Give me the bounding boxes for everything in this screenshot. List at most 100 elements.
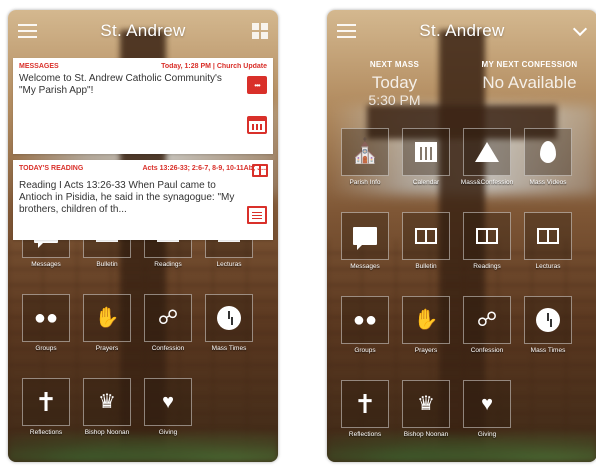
messages-card-label: MESSAGES — [19, 63, 59, 70]
left-phone-screen: St. Andrew MESSAGES Today, 1:28 PM | Chu… — [8, 10, 278, 462]
tile-box[interactable] — [402, 128, 450, 176]
tile-box[interactable]: ♥ — [463, 380, 511, 428]
tile-box[interactable] — [463, 128, 511, 176]
cross-icon: ✝ — [35, 386, 57, 417]
chevron-down-icon[interactable] — [572, 21, 588, 37]
tile-box[interactable] — [524, 296, 572, 344]
tile-label: Confession — [470, 347, 504, 354]
tile-prayers[interactable]: ✋ Prayers — [402, 296, 450, 380]
tile-label: Confession — [151, 345, 185, 352]
tile-messages[interactable]: Messages — [341, 212, 389, 296]
tile-calendar[interactable]: Calendar — [402, 128, 450, 212]
app-header: St. Andrew — [327, 10, 596, 52]
messages-card[interactable]: MESSAGES Today, 1:28 PM | Church Update … — [13, 58, 273, 154]
tile-box[interactable]: ✋ — [83, 294, 131, 342]
tile-box[interactable]: ♛ — [402, 380, 450, 428]
tile-box[interactable] — [402, 212, 450, 260]
book-icon — [537, 228, 559, 244]
tile-label: Reflections — [348, 431, 382, 438]
tile-confession[interactable]: ☍ Confession — [463, 296, 511, 380]
tile-label: Mass&Confession — [460, 179, 514, 186]
chat-icon[interactable] — [247, 76, 267, 94]
praying-hands-icon: ✋ — [94, 306, 120, 329]
tile-box[interactable] — [463, 212, 511, 260]
left-tile-grid: Messages Bulletin Readings Lecturas ●● Groups… — [22, 210, 253, 462]
tile-box[interactable]: ✝ — [341, 380, 389, 428]
next-confession-value: No Available — [482, 73, 577, 92]
broken-chain-icon: ☍ — [157, 306, 179, 329]
bishop-seal-icon: ♛ — [417, 392, 435, 415]
app-title: St. Andrew — [100, 21, 186, 40]
tile-readings[interactable]: Readings — [463, 212, 511, 296]
right-phone-screen: St. Andrew NEXT MASS Today 5:30 PM MY NE… — [327, 10, 596, 462]
tile-label: Lecturas — [216, 261, 242, 268]
people-icon: ●● — [33, 306, 59, 329]
people-icon: ●● — [352, 308, 378, 331]
reading-card-text: Reading I Acts 13:26-33 When Paul came t… — [19, 180, 235, 215]
church-steeple-icon: ⛪ — [350, 138, 380, 165]
next-mass-label: NEXT MASS — [369, 60, 420, 69]
tile-label: Groups — [35, 345, 57, 352]
tile-bishop-noonan[interactable]: ♛ Bishop Noonan — [402, 380, 450, 462]
tile-mass-videos[interactable]: Mass Videos — [524, 128, 572, 212]
tile-mass-times[interactable]: Mass Times — [524, 296, 572, 380]
tile-box[interactable]: ☍ — [463, 296, 511, 344]
tile-label: Bishop Noonan — [403, 431, 449, 438]
reading-card-label: TODAY'S READING — [19, 165, 84, 172]
tile-confession[interactable]: ☍ Confession — [144, 294, 192, 378]
reading-card[interactable]: TODAY'S READING Acts 13:26-33; 2:6-7, 8-… — [13, 160, 273, 240]
menu-icon[interactable] — [18, 24, 37, 38]
tile-groups[interactable]: ●● Groups — [22, 294, 70, 378]
tile-label: Groups — [354, 347, 376, 354]
tile-label: Readings — [154, 261, 182, 268]
calendar-icon[interactable] — [247, 116, 267, 134]
tile-box[interactable] — [341, 212, 389, 260]
tile-label: Bulletin — [415, 263, 437, 270]
tile-label: Mass Times — [211, 345, 247, 352]
clock-icon — [536, 308, 560, 332]
newspaper-icon[interactable] — [247, 206, 267, 224]
next-confession-label: MY NEXT CONFESSION — [481, 60, 578, 69]
next-confession-panel[interactable]: MY NEXT CONFESSION No Available — [467, 60, 592, 108]
tile-giving[interactable]: ♥ Giving — [144, 378, 192, 462]
tile-reflections[interactable]: ✝ Reflections — [341, 380, 389, 462]
tile-box[interactable]: ♥ — [144, 378, 192, 426]
tile-label: Mass Videos — [529, 179, 567, 186]
menu-icon[interactable] — [337, 24, 356, 38]
app-header: St. Andrew — [8, 10, 278, 52]
tile-mass-confession[interactable]: Mass&Confession — [461, 128, 513, 212]
tile-label: Prayers — [95, 345, 119, 352]
tile-bishop-noonan[interactable]: ♛ Bishop Noonan — [83, 378, 131, 462]
tile-bulletin[interactable]: Bulletin — [402, 212, 450, 296]
tile-label: Readings — [473, 263, 501, 270]
tile-box[interactable]: ♛ — [83, 378, 131, 426]
broken-chain-icon: ☍ — [476, 308, 498, 331]
tile-box[interactable] — [524, 128, 572, 176]
tile-parish-info[interactable]: ⛪ Parish Info — [341, 128, 389, 212]
tile-label: Mass Times — [530, 347, 566, 354]
newspaper-icon — [415, 228, 437, 244]
tile-box[interactable]: ⛪ — [341, 128, 389, 176]
next-mass-panel[interactable]: NEXT MASS Today 5:30 PM — [332, 60, 457, 108]
messages-card-text: Welcome to St. Andrew Catholic Community… — [19, 73, 222, 96]
tile-box[interactable] — [524, 212, 572, 260]
tile-mass-times[interactable]: Mass Times — [205, 294, 253, 378]
tile-lecturas[interactable]: Lecturas — [524, 212, 572, 296]
tile-prayers[interactable]: ✋ Prayers — [83, 294, 131, 378]
calendar-icon — [415, 142, 437, 162]
bishop-seal-icon: ♛ — [98, 390, 116, 413]
tile-box[interactable]: ●● — [341, 296, 389, 344]
grid-view-icon[interactable] — [252, 23, 268, 39]
book-icon[interactable] — [252, 164, 268, 177]
app-title: St. Andrew — [419, 21, 505, 40]
tile-box[interactable]: ✋ — [402, 296, 450, 344]
tile-box[interactable]: ●● — [22, 294, 70, 342]
tile-box[interactable] — [205, 294, 253, 342]
tile-giving[interactable]: ♥ Giving — [463, 380, 511, 462]
tile-reflections[interactable]: ✝ Reflections — [22, 378, 70, 462]
praying-hands-icon: ✋ — [413, 308, 439, 331]
tile-label: Bishop Noonan — [84, 429, 130, 436]
tile-groups[interactable]: ●● Groups — [341, 296, 389, 380]
tile-box[interactable]: ✝ — [22, 378, 70, 426]
tile-box[interactable]: ☍ — [144, 294, 192, 342]
